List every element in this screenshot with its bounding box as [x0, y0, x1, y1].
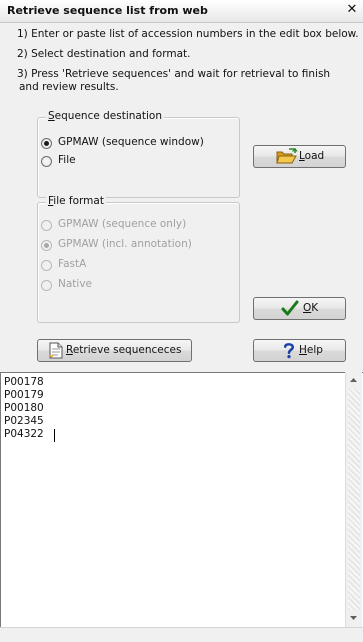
- radio-dot: [41, 138, 52, 149]
- question-mark-icon: [283, 343, 295, 359]
- accession-line: P00180: [4, 402, 44, 414]
- help-button[interactable]: Help: [253, 339, 346, 362]
- instruction-step-2: 2) Select destination and format.: [17, 48, 191, 60]
- load-button[interactable]: Load: [253, 145, 346, 168]
- radio-dot: [41, 280, 52, 291]
- file-format-title: File format: [46, 195, 106, 207]
- radio-label: GPMAW (incl. annotation): [58, 238, 192, 250]
- checkmark-icon: [281, 300, 299, 316]
- radio-dot: [41, 220, 52, 231]
- text-caret: [54, 429, 55, 442]
- folder-open-icon: [276, 148, 298, 164]
- arrow-down-icon: [350, 616, 357, 620]
- scroll-down-button[interactable]: [346, 610, 362, 627]
- retrieve-sequence-dialog: Retrieve sequence list from web ✕ 1) Ent…: [0, 0, 363, 642]
- accession-line: P04322: [4, 428, 44, 440]
- accession-list-editor[interactable]: P00178 P00179 P00180 P02345 P04322: [0, 372, 363, 627]
- instruction-step-3-line-1: 3) Press 'Retrieve sequences' and wait f…: [17, 68, 331, 80]
- accession-line: P02345: [4, 415, 44, 427]
- arrow-up-icon: [350, 378, 357, 382]
- accession-line: P00179: [4, 389, 44, 401]
- scroll-up-button[interactable]: [346, 372, 362, 389]
- radio-label: Native: [58, 278, 92, 290]
- instruction-step-1: 1) Enter or paste list of accession numb…: [17, 28, 359, 40]
- retrieve-sequences-button-label: Retrieve sequenceces: [66, 344, 182, 356]
- radio-label: FastA: [58, 258, 87, 270]
- scroll-track[interactable]: [348, 389, 360, 610]
- instruction-step-3-line-2: and review results.: [19, 81, 119, 93]
- accession-line: P00178: [4, 376, 44, 388]
- ok-button[interactable]: OK: [253, 297, 346, 320]
- help-button-label: Help: [299, 344, 323, 356]
- window-title: Retrieve sequence list from web: [7, 4, 208, 17]
- radio-label: GPMAW (sequence only): [58, 218, 187, 230]
- title-bar[interactable]: Retrieve sequence list from web ✕: [0, 0, 363, 23]
- editor-vertical-scrollbar[interactable]: [345, 372, 362, 627]
- load-button-label: Load: [299, 150, 325, 162]
- radio-label: File: [58, 154, 76, 166]
- retrieve-sequences-button[interactable]: Retrieve sequenceces: [37, 339, 192, 362]
- radio-dot: [41, 156, 52, 167]
- sequence-destination-title: Sequence destination: [46, 110, 164, 122]
- close-icon[interactable]: ✕: [345, 3, 359, 17]
- document-icon: [49, 342, 63, 359]
- radio-dot: [41, 260, 52, 271]
- status-bar: [0, 627, 363, 642]
- radio-label: GPMAW (sequence window): [58, 136, 204, 148]
- ok-button-label: OK: [303, 302, 319, 314]
- radio-dot: [41, 240, 52, 251]
